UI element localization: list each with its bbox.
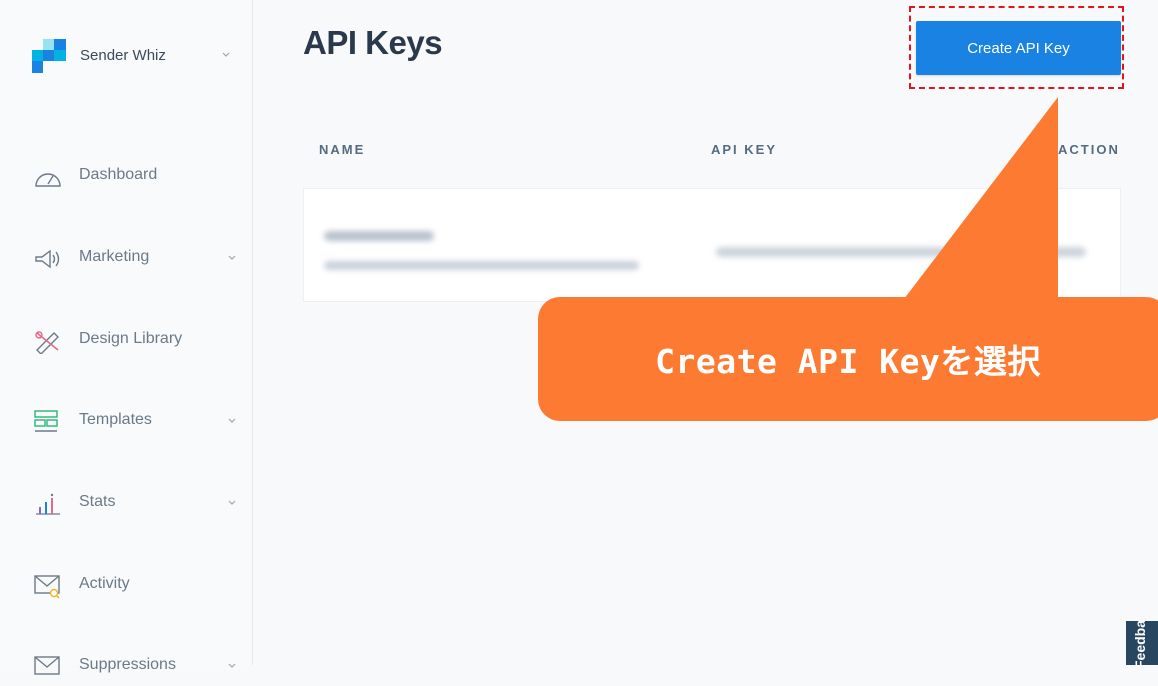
sidebar-item-label: Activity — [79, 575, 130, 592]
chevron-down-icon — [222, 52, 230, 57]
sidebar-item-label: Design Library — [79, 330, 183, 347]
sidebar-item-marketing[interactable]: Marketing — [0, 238, 252, 278]
templates-icon — [34, 410, 58, 432]
column-header-action: ACTION — [1058, 142, 1120, 157]
sendgrid-logo-icon — [32, 39, 66, 73]
chevron-down-icon — [228, 663, 236, 668]
design-tools-icon — [35, 331, 59, 354]
chevron-down-icon — [228, 255, 236, 260]
column-header-name: NAME — [319, 142, 366, 157]
stats-bar-chart-icon — [36, 493, 60, 515]
sidebar-item-dashboard[interactable]: Dashboard — [0, 156, 252, 196]
activity-envelope-search-icon — [34, 575, 60, 599]
table-row[interactable] — [303, 188, 1121, 302]
feedback-label: Feedback — [1132, 621, 1148, 665]
megaphone-icon — [35, 249, 60, 269]
redacted-api-key — [716, 247, 1086, 257]
column-header-api-key: API KEY — [711, 142, 778, 157]
redacted-key-id — [324, 261, 639, 270]
sidebar-item-label: Dashboard — [79, 166, 158, 183]
callout-text: Create API Keyを選択 — [655, 342, 1041, 381]
sidebar-item-label: Templates — [79, 411, 152, 428]
sidebar-item-label: Marketing — [79, 248, 150, 265]
account-switcher[interactable]: Sender Whiz — [0, 0, 252, 110]
sidebar-item-stats[interactable]: Stats — [0, 483, 252, 523]
sidebar-item-design-library[interactable]: Design Library — [0, 320, 252, 360]
redacted-key-name — [324, 231, 434, 241]
sidebar-item-suppressions[interactable]: Suppressions — [0, 646, 252, 686]
feedback-tab[interactable]: Feedback — [1126, 621, 1158, 665]
sidebar-item-activity[interactable]: Activity — [0, 565, 252, 605]
sidebar: Sender Whiz Dashboard Marketing Design L… — [0, 0, 253, 675]
table-header: NAME API KEY ACTION — [303, 140, 1123, 164]
suppressions-envelope-icon — [34, 656, 60, 675]
chevron-down-icon — [228, 500, 236, 505]
dashboard-gauge-icon — [35, 173, 61, 187]
chevron-down-icon — [228, 418, 236, 423]
account-name: Sender Whiz — [80, 47, 166, 64]
create-api-key-button[interactable]: Create API Key — [916, 21, 1121, 75]
sidebar-item-label: Stats — [79, 493, 116, 510]
page-title: API Keys — [303, 24, 443, 61]
sidebar-item-templates[interactable]: Templates — [0, 401, 252, 441]
sidebar-item-label: Suppressions — [79, 656, 176, 673]
